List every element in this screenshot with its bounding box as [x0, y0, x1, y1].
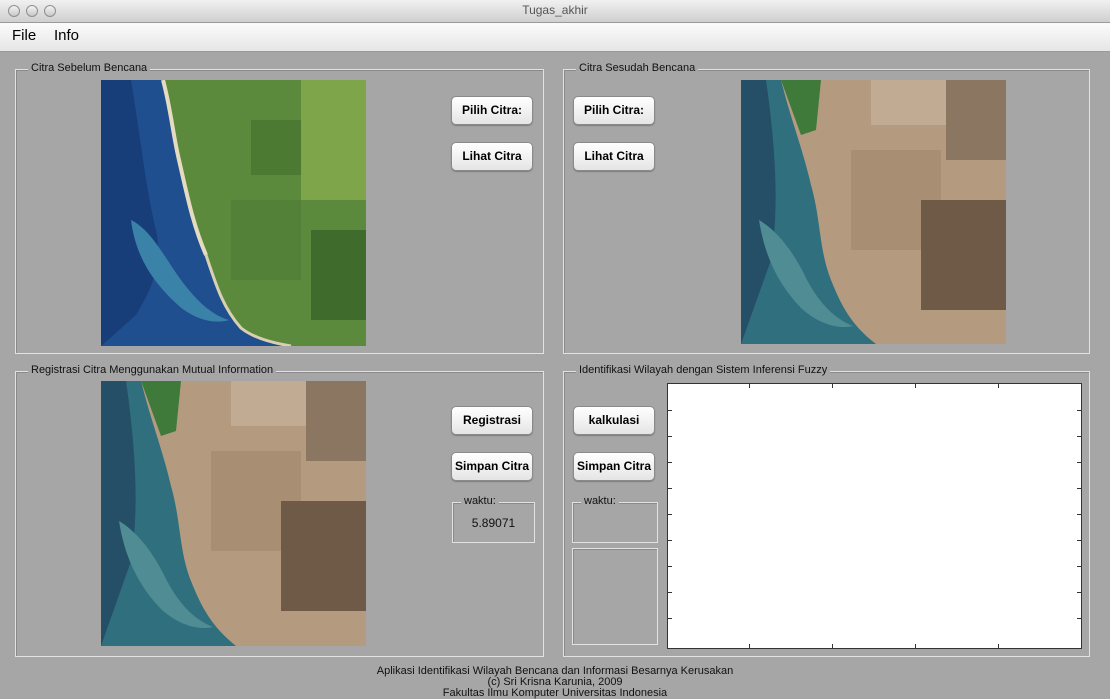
window-title: Tugas_akhir [522, 3, 588, 17]
registration-time-box: waktu: 5.89071 [452, 495, 535, 543]
right-tick [1077, 592, 1081, 593]
top-tick [998, 384, 999, 388]
after-view-image-button[interactable]: Lihat Citra [573, 142, 655, 171]
image-after-disaster [741, 80, 1006, 344]
right-tick [1077, 410, 1081, 411]
fuzzy-plot-axes [667, 383, 1082, 649]
left-tick [668, 618, 672, 619]
registration-time-value: 5.89071 [471, 516, 516, 530]
right-tick [1077, 488, 1081, 489]
calculate-button[interactable]: kalkulasi [573, 406, 655, 435]
before-pick-image-button[interactable]: Pilih Citra: [451, 96, 533, 125]
fuzzy-save-image-button[interactable]: Simpan Citra [573, 452, 655, 481]
left-tick [668, 540, 672, 541]
left-tick [668, 566, 672, 567]
registration-time-label: waktu: [461, 495, 499, 507]
bottom-tick [749, 644, 750, 648]
fuzzy-time-label: waktu: [581, 495, 619, 507]
image-before-disaster [101, 80, 366, 346]
left-tick [668, 488, 672, 489]
left-tick [668, 462, 672, 463]
menu-info[interactable]: Info [54, 27, 79, 44]
right-tick [1077, 618, 1081, 619]
panel-fuzzy-title: Identifikasi Wilayah dengan Sistem Infer… [576, 364, 831, 376]
top-tick [749, 384, 750, 388]
panel-registration-title: Registrasi Citra Menggunakan Mutual Info… [28, 364, 277, 376]
top-tick [915, 384, 916, 388]
bottom-tick [915, 644, 916, 648]
after-pick-image-button[interactable]: Pilih Citra: [573, 96, 655, 125]
panel-before-title: Citra Sebelum Bencana [28, 62, 151, 74]
footer-faculty: Fakultas Ilmu Komputer Universitas Indon… [442, 687, 668, 699]
left-tick [668, 436, 672, 437]
before-view-image-button[interactable]: Lihat Citra [451, 142, 533, 171]
top-tick [832, 384, 833, 388]
bottom-tick [832, 644, 833, 648]
image-registration-result [101, 381, 366, 646]
right-tick [1077, 462, 1081, 463]
fuzzy-time-box: waktu: [572, 495, 658, 543]
right-tick [1077, 566, 1081, 567]
bottom-tick [998, 644, 999, 648]
registration-save-image-button[interactable]: Simpan Citra [451, 452, 533, 481]
panel-after-title: Citra Sesudah Bencana [576, 62, 699, 74]
right-tick [1077, 540, 1081, 541]
left-tick [668, 514, 672, 515]
menu-bar: File Info [0, 23, 1110, 52]
left-tick [668, 410, 672, 411]
window-titlebar: Tugas_akhir [0, 0, 1110, 23]
register-button[interactable]: Registrasi [451, 406, 533, 435]
menu-file[interactable]: File [12, 27, 36, 44]
fuzzy-result-box [572, 548, 658, 645]
right-tick [1077, 514, 1081, 515]
left-tick [668, 592, 672, 593]
right-tick [1077, 436, 1081, 437]
